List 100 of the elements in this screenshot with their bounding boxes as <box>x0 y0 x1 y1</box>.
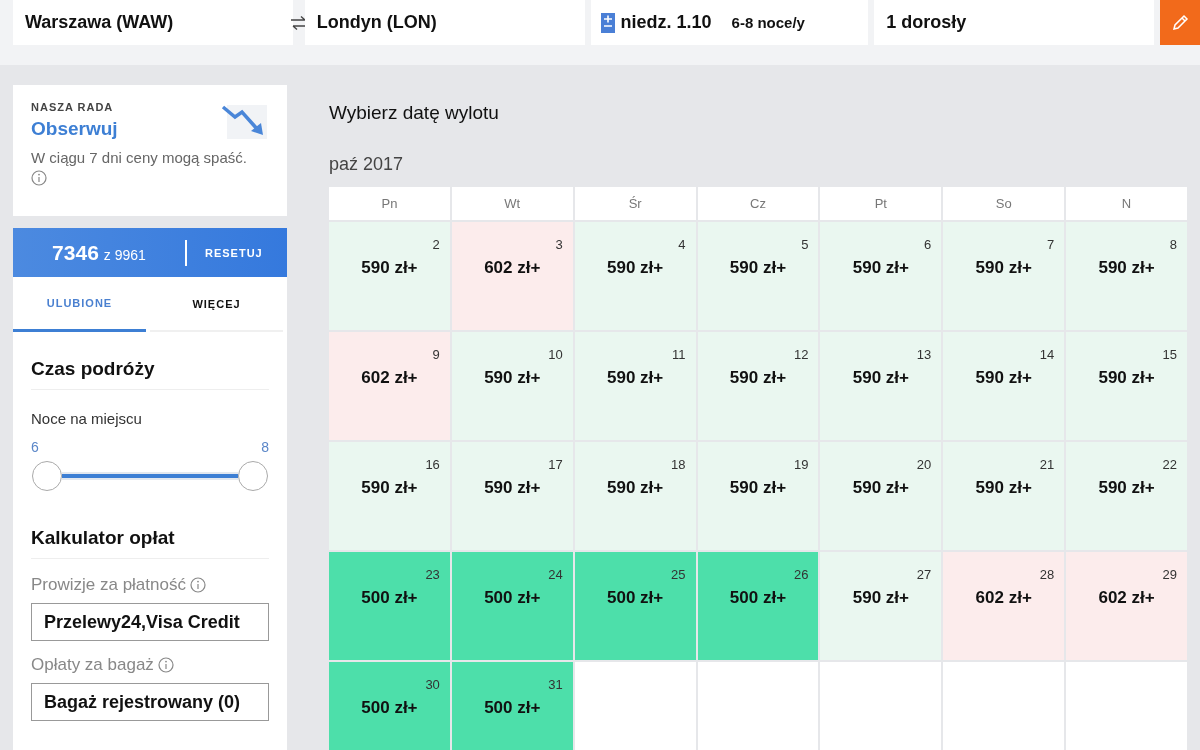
price-text: 590 zł+ <box>975 368 1032 388</box>
info-icon <box>157 657 174 673</box>
day-number: 18 <box>671 457 686 472</box>
day-number: 12 <box>793 347 809 362</box>
day-cell[interactable]: 27 590 zł+ <box>820 552 942 660</box>
day-cell[interactable]: 22 590 zł+ <box>1066 442 1187 550</box>
day-cell[interactable]: 15 590 zł+ <box>1066 332 1187 440</box>
day-cell[interactable]: 5 590 zł+ <box>697 222 819 330</box>
day-cell[interactable]: 6 590 zł+ <box>820 222 942 330</box>
weekday-header: So <box>943 187 1065 220</box>
day-cell[interactable]: 11 590 zł+ <box>574 332 696 440</box>
day-cell[interactable]: 24 500 zł+ <box>451 552 573 660</box>
price-text: 590 zł+ <box>975 478 1032 498</box>
price-text: 590 zł+ <box>852 258 909 278</box>
day-cell[interactable]: 23 500 zł+ <box>329 552 450 660</box>
field-label: Noce na miejscu <box>31 410 143 427</box>
weekday-header: Pt <box>820 187 942 220</box>
day-cell[interactable]: 20 590 zł+ <box>820 442 942 550</box>
destination-field[interactable]: Londyn (LON) <box>304 0 585 45</box>
day-cell[interactable]: 7 590 zł+ <box>943 222 1065 330</box>
day-number: 8 <box>1169 237 1177 252</box>
day-number: 3 <box>555 237 563 252</box>
select-field[interactable]: Przelewy24,Visa Credit <box>31 603 269 641</box>
pencil-icon <box>1171 13 1190 32</box>
day-number: 2 <box>432 237 440 252</box>
price-text: 500 zł+ <box>607 588 664 608</box>
day-cell[interactable]: 29 602 zł+ <box>1066 552 1187 660</box>
day-number: 16 <box>425 457 440 472</box>
day-cell[interactable]: 21 590 zł+ <box>943 442 1065 550</box>
slider-handle[interactable] <box>32 461 62 491</box>
price-text: 590 zł+ <box>1098 258 1155 278</box>
day-cell[interactable]: 3 602 zł+ <box>451 222 573 330</box>
day-cell[interactable]: 14 590 zł+ <box>943 332 1065 440</box>
price-text: 590 zł+ <box>361 258 418 278</box>
weekday-header: Wt <box>451 187 573 220</box>
price-text: 590 zł+ <box>729 368 787 388</box>
price-text: 590 zł+ <box>484 368 541 388</box>
price-text: 590 zł+ <box>975 258 1032 278</box>
day-cell[interactable]: 31 500 zł+ <box>451 662 573 750</box>
day-cell[interactable]: 25 500 zł+ <box>574 552 696 660</box>
day-number: 23 <box>425 567 440 582</box>
reset-button[interactable]: RESETUJ <box>187 246 263 259</box>
day-cell[interactable]: 26 500 zł+ <box>697 552 819 660</box>
price-text: 602 zł+ <box>1098 588 1155 608</box>
day-number: 19 <box>793 457 809 472</box>
day-number: 4 <box>678 237 686 252</box>
price-text: 590 zł+ <box>607 258 664 278</box>
weekday-header: Śr <box>574 187 696 220</box>
day-cell[interactable]: 17 590 zł+ <box>451 442 573 550</box>
passengers-field[interactable]: 1 dorosły <box>874 0 1155 45</box>
select-field[interactable]: Bagaż rejestrowany (0) <box>31 683 269 721</box>
calendar-title: Wybierz datę wylotu <box>329 102 500 124</box>
day-number: 17 <box>548 457 563 472</box>
day-number: 13 <box>916 347 932 362</box>
field-label: Opłaty za bagaż <box>31 655 154 675</box>
day-cell[interactable]: 2 590 zł+ <box>329 222 450 330</box>
day-cell[interactable]: 8 590 zł+ <box>1066 222 1187 330</box>
day-number: 5 <box>801 237 809 252</box>
day-cell[interactable]: 10 590 zł+ <box>451 332 573 440</box>
day-number: 29 <box>1162 567 1177 582</box>
edit-button[interactable] <box>1160 0 1200 45</box>
day-cell[interactable]: 19 590 zł+ <box>697 442 819 550</box>
price-text: 590 zł+ <box>729 258 787 278</box>
date-text: niedz. 1.10 <box>620 12 712 33</box>
day-number: 11 <box>672 347 686 362</box>
price-text: 590 zł+ <box>361 478 418 498</box>
date-field[interactable]: niedz. 1.10 6-8 noce/y <box>590 0 869 45</box>
day-number: 27 <box>916 567 932 582</box>
day-cell[interactable]: 13 590 zł+ <box>820 332 942 440</box>
day-cell[interactable]: 9 602 zł+ <box>329 332 450 440</box>
day-number: 20 <box>916 457 932 472</box>
day-number: 9 <box>432 347 440 362</box>
day-number: 14 <box>1039 347 1055 362</box>
price-text: 602 zł+ <box>975 588 1032 608</box>
day-number: 7 <box>1046 237 1055 252</box>
day-cell[interactable]: 4 590 zł+ <box>574 222 696 330</box>
day-cell[interactable]: 12 590 zł+ <box>697 332 819 440</box>
price-text: 602 zł+ <box>361 368 418 388</box>
nights-text: 6-8 noce/y <box>731 14 805 31</box>
plus-minus-icon <box>600 12 615 33</box>
day-number: 30 <box>425 677 440 692</box>
price-text: 500 zł+ <box>484 698 541 718</box>
day-cell[interactable]: 16 590 zł+ <box>329 442 450 550</box>
advice-title[interactable]: Obserwuj <box>31 118 118 140</box>
weekday-header: Cz <box>697 187 819 220</box>
day-number: 25 <box>671 567 686 582</box>
day-cell[interactable]: 28 602 zł+ <box>943 552 1065 660</box>
info-icon <box>189 577 206 593</box>
section-title: Czas podróży <box>31 358 269 390</box>
day-cell[interactable]: 18 590 zł+ <box>574 442 696 550</box>
info-icon <box>31 170 47 186</box>
price-text: 500 zł+ <box>361 588 418 608</box>
weekday-header: Pn <box>329 187 450 220</box>
slider-handle[interactable] <box>238 461 268 491</box>
month-label: paź 2017 <box>329 154 405 175</box>
price-text: 590 zł+ <box>852 368 909 388</box>
price-text: 590 zł+ <box>852 478 909 498</box>
origin-field[interactable]: Warszawa (WAW) <box>13 0 293 45</box>
slider-max-value: 8 <box>261 439 269 455</box>
day-cell[interactable]: 30 500 zł+ <box>329 662 450 750</box>
